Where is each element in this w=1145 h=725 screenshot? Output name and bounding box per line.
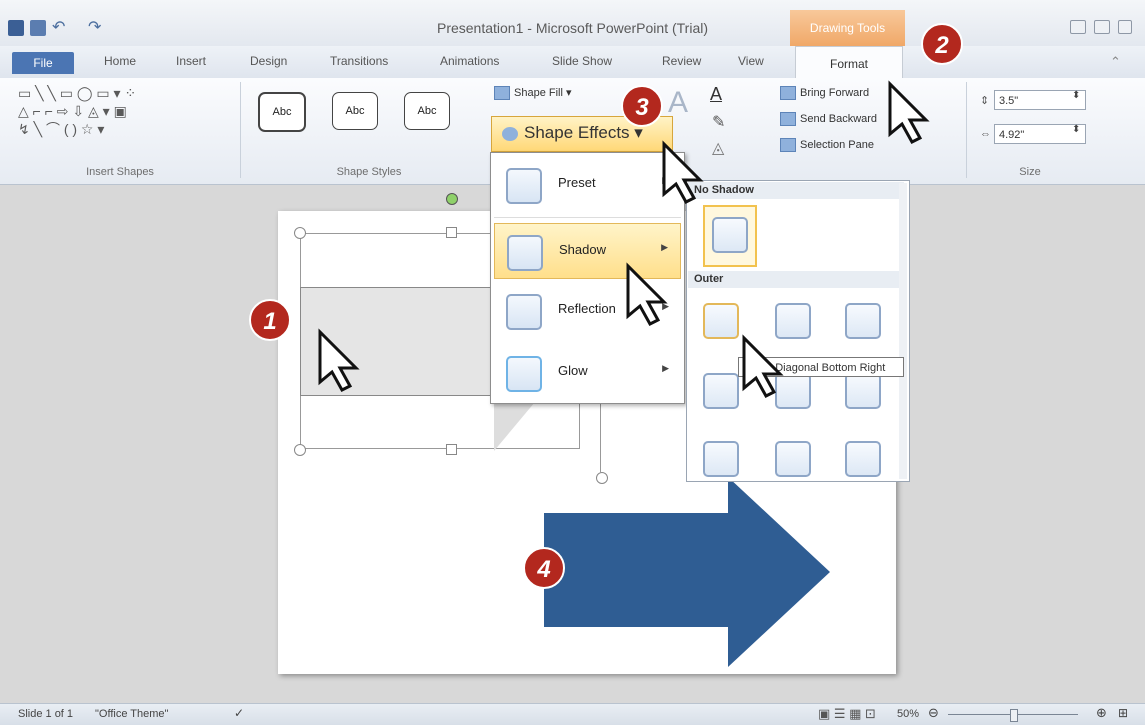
step-badge-3-label: 3 xyxy=(635,94,649,121)
wordart-icon[interactable]: A xyxy=(668,86,688,120)
size-label: Size xyxy=(1019,166,1041,178)
shadow-option[interactable] xyxy=(845,441,881,477)
spellcheck-icon[interactable]: ✓ xyxy=(234,706,244,720)
menu-item-preset[interactable]: Preset▶ xyxy=(494,157,681,213)
shadow-option[interactable] xyxy=(845,373,881,409)
resize-handle[interactable] xyxy=(446,444,457,455)
tab-transitions[interactable]: Transitions xyxy=(330,54,388,72)
minimize-button[interactable] xyxy=(1070,20,1086,34)
submenu-arrow-icon: ▶ xyxy=(661,242,668,252)
style-thumb-1[interactable]: Abc xyxy=(258,92,306,132)
bring-forward-label: Bring Forward xyxy=(800,87,870,99)
shadow-option[interactable] xyxy=(775,441,811,477)
shape-styles-label: Shape Styles xyxy=(336,166,402,178)
title-bar: ↶ ↷ Presentation1 - Microsoft PowerPoint… xyxy=(0,0,1145,46)
send-backward-label: Send Backward xyxy=(800,113,878,125)
status-bar: Slide 1 of 1 "Office Theme" ✓ ▣ ☰ ▦ ⊡ 50… xyxy=(0,703,1145,725)
zoom-out-icon[interactable]: ⊖ xyxy=(928,705,939,721)
shadow-icon xyxy=(507,235,543,271)
tab-slide-show[interactable]: Slide Show xyxy=(552,54,612,72)
shape-fill-button[interactable]: Shape Fill ▾ xyxy=(494,84,572,102)
maximize-button[interactable] xyxy=(1094,20,1110,34)
shadow-option[interactable] xyxy=(703,303,739,339)
group-divider xyxy=(966,82,967,178)
send-backward-button[interactable]: Send Backward xyxy=(780,110,877,128)
window-title: Presentation1 - Microsoft PowerPoint (Tr… xyxy=(436,20,709,36)
tab-review[interactable]: Review xyxy=(662,54,701,72)
mouse-cursor-icon xyxy=(662,140,704,204)
text-effects-icon[interactable]: ◬ xyxy=(712,138,724,158)
blue-arrow-shape[interactable] xyxy=(544,477,834,667)
submenu-arrow-icon: ▶ xyxy=(662,363,669,373)
glow-icon xyxy=(506,356,542,392)
reflection-icon xyxy=(506,294,542,330)
text-outline-icon[interactable]: ✎ xyxy=(712,112,725,132)
resize-handle[interactable] xyxy=(294,444,306,456)
outer-header: Outer xyxy=(688,271,904,288)
rotate-handle[interactable] xyxy=(446,193,458,205)
step-badge-4-label: 4 xyxy=(536,556,550,583)
menu-item-glow[interactable]: Glow ▶ xyxy=(494,345,681,401)
zoom-in-icon[interactable]: ⊕ xyxy=(1096,705,1107,721)
theme-name: "Office Theme" xyxy=(95,708,169,720)
step-badge-1-label: 1 xyxy=(263,308,276,335)
height-spinner[interactable]: ⬍ xyxy=(1072,90,1080,101)
tab-view[interactable]: View xyxy=(738,54,764,72)
style-thumb-3[interactable]: Abc xyxy=(404,92,450,130)
minimize-ribbon-icon[interactable]: ⌃ xyxy=(1110,54,1121,70)
slide-counter: Slide 1 of 1 xyxy=(18,708,74,720)
tab-home[interactable]: Home xyxy=(104,54,136,72)
no-shadow-header: No Shadow xyxy=(688,182,904,199)
close-button[interactable] xyxy=(1118,20,1132,34)
width-icon: ⇔ xyxy=(980,128,991,140)
folded-corner-shape xyxy=(494,396,540,451)
shape-effects-icon xyxy=(502,126,518,141)
mouse-cursor-icon xyxy=(742,334,784,398)
step-badge-3: 3 xyxy=(621,85,663,127)
step-badge-1: 1 xyxy=(249,299,291,341)
step-badge-2-label: 2 xyxy=(934,32,949,59)
style-thumb-2[interactable]: Abc xyxy=(332,92,378,130)
preset-icon xyxy=(506,168,542,204)
resize-handle[interactable] xyxy=(446,227,457,238)
height-icon: ⇕ xyxy=(980,95,990,107)
zoom-level[interactable]: 50% xyxy=(897,708,919,720)
tab-file[interactable]: File xyxy=(12,52,74,74)
mouse-cursor-icon xyxy=(626,262,668,326)
insert-shapes-label: Insert Shapes xyxy=(86,166,154,178)
tab-format[interactable]: Format xyxy=(795,46,903,79)
selection-pane-button[interactable]: Selection Pane xyxy=(780,136,874,154)
ribbon-tabs: File Home Insert Design Transitions Anim… xyxy=(0,46,1145,79)
shapes-gallery[interactable]: ▭ ╲ ╲ ▭ ◯ ▭ ▾ ⁘ △ ⌐ ⌐ ⇨ ⇩ ◬ ▾ ▣ ↯ ╲ ⌒ ( ) … xyxy=(18,84,223,138)
shadow-option[interactable] xyxy=(703,441,739,477)
shadow-gallery: No Shadow Outer xyxy=(686,180,910,482)
tab-design[interactable]: Design xyxy=(250,54,287,72)
resize-handle[interactable] xyxy=(294,227,306,239)
zoom-slider-thumb[interactable] xyxy=(1010,709,1018,722)
fit-to-window-icon[interactable]: ⊞ xyxy=(1118,706,1128,720)
group-divider xyxy=(240,82,241,178)
step-badge-4: 4 xyxy=(523,547,565,589)
step-badge-2: 2 xyxy=(921,23,963,65)
gallery-scrollbar[interactable] xyxy=(899,183,907,479)
selection-pane-label: Selection Pane xyxy=(800,139,874,151)
tab-animations[interactable]: Animations xyxy=(440,54,499,72)
shape-fill-label: Shape Fill xyxy=(514,87,563,99)
text-fill-icon[interactable]: A xyxy=(710,84,722,105)
width-spinner[interactable]: ⬍ xyxy=(1072,124,1080,135)
menu-divider xyxy=(494,217,681,218)
no-shadow-option[interactable] xyxy=(703,205,757,267)
shadow-option[interactable] xyxy=(845,303,881,339)
shape-effects-label: Shape Effects xyxy=(524,123,630,142)
bring-forward-button[interactable]: Bring Forward xyxy=(780,84,869,102)
mouse-cursor-icon xyxy=(888,80,930,144)
drawing-tools-context-label: Drawing Tools xyxy=(790,10,905,46)
view-buttons[interactable]: ▣ ☰ ▦ ⊡ xyxy=(818,706,876,722)
mouse-cursor-icon xyxy=(318,328,360,392)
shadow-option[interactable] xyxy=(703,373,739,409)
tab-insert[interactable]: Insert xyxy=(176,54,206,72)
